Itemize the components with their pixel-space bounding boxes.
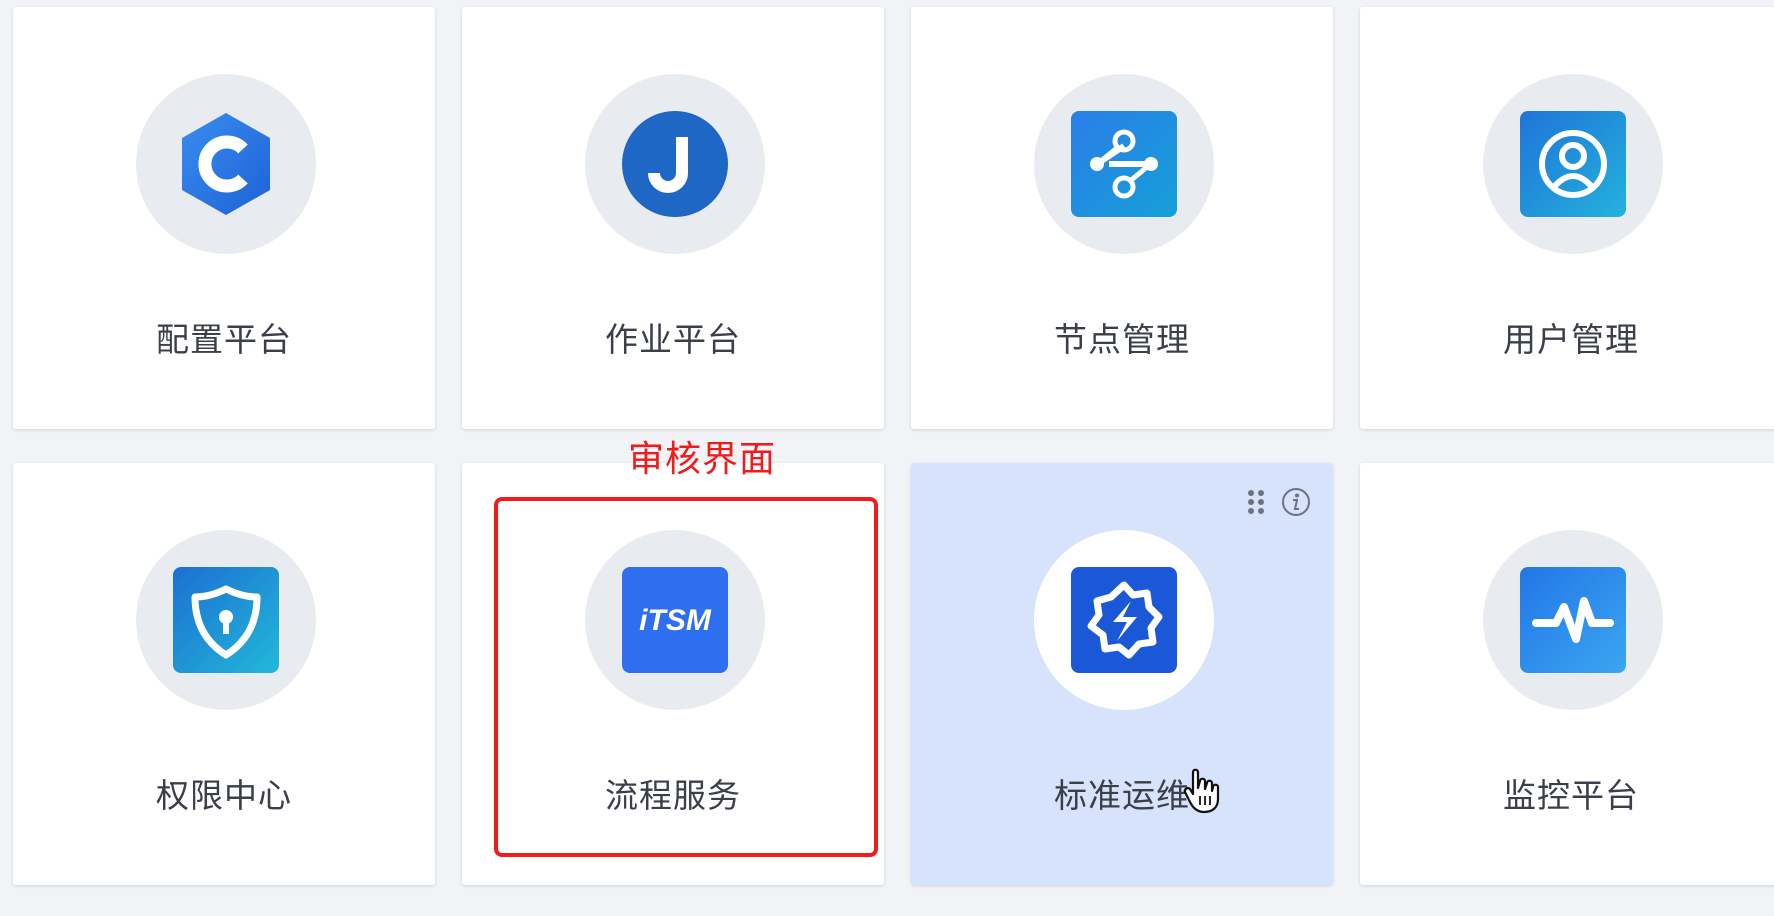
info-icon[interactable] [1281,487,1311,517]
card-label: 权限中心 [156,777,292,814]
app-card-cmdb[interactable]: 配置平台 [13,7,435,429]
app-card-node-manage[interactable]: 节点管理 [911,7,1333,429]
drag-handle-icon[interactable] [1247,489,1265,515]
job-j-icon [622,111,728,217]
card-label: 用户管理 [1503,321,1639,358]
icon-circle: iTSM [585,530,765,710]
itsm-icon: iTSM [622,567,728,673]
permission-shield-icon [173,567,279,673]
app-card-permission[interactable]: 权限中心 [13,463,435,885]
itsm-icon-text: iTSM [639,604,712,637]
cmdb-hexagon-c-icon [173,111,279,217]
card-label: 流程服务 [605,777,741,814]
sops-gear-icon [1071,567,1177,673]
app-card-user-manage[interactable]: 用户管理 [1360,7,1774,429]
card-label: 配置平台 [156,321,292,358]
icon-circle [1483,530,1663,710]
card-label: 标准运维 [1054,777,1190,814]
icon-circle [1034,74,1214,254]
icon-circle [136,530,316,710]
monitor-pulse-icon [1520,567,1626,673]
hand-cursor-icon [1183,768,1220,814]
icon-circle [1483,74,1663,254]
icon-circle [1034,530,1214,710]
app-card-sops[interactable]: 标准运维 [911,463,1333,885]
app-card-itsm[interactable]: iTSM 流程服务 [462,463,884,885]
app-card-job[interactable]: 作业平台 [462,7,884,429]
annotation-label: 审核界面 [628,438,777,479]
card-actions [1247,487,1311,517]
card-label: 作业平台 [605,321,741,358]
icon-circle [136,74,316,254]
card-label: 监控平台 [1503,777,1639,814]
card-label: 节点管理 [1054,321,1190,358]
node-manage-icon [1071,111,1177,217]
app-card-monitor[interactable]: 监控平台 [1360,463,1774,885]
icon-circle [585,74,765,254]
user-manage-icon [1520,111,1626,217]
